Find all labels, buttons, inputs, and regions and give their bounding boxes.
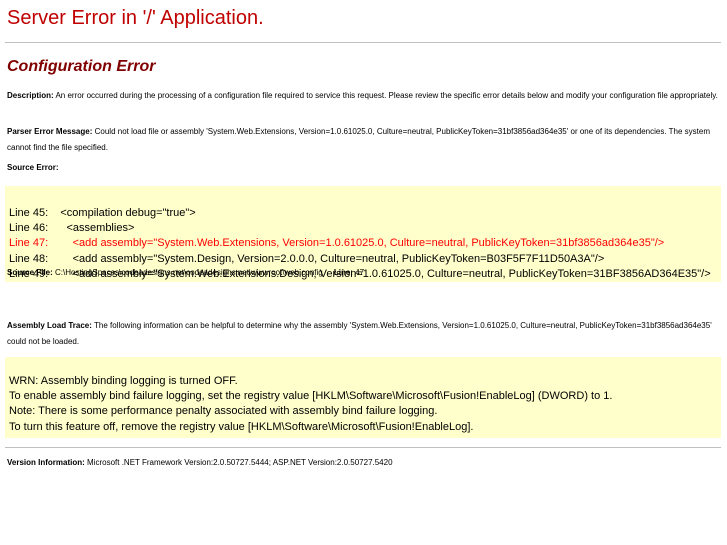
source-file-label: Source File: [7, 268, 53, 277]
description-section: Description: An error occurred during th… [7, 88, 721, 104]
code-line-45: Line 45: <compilation debug="true"> [9, 207, 196, 219]
assembly-trace-text: The following information can be helpful… [7, 321, 712, 346]
footer-divider [5, 447, 721, 448]
code-line-46: Line 46: <assemblies> [9, 222, 135, 235]
code-line-47-highlighted: Line 47: <add assembly="System.Web.Exten… [9, 237, 665, 250]
source-error-label: Source Error: [7, 163, 59, 172]
page-title: Server Error in '/' Application. [7, 7, 264, 29]
source-line-label: Line: [333, 268, 353, 277]
source-file-section: Source File: C:\HostingSpaces\codeadesig… [7, 265, 721, 281]
version-info-label: Version Information: [7, 458, 85, 467]
source-error-section: Source Error: [7, 160, 721, 176]
trace-line: To enable assembly bind failure logging,… [9, 390, 613, 403]
parser-error-text: Could not load file or assembly 'System.… [7, 127, 710, 152]
source-file-path: C:\HostingSpaces\codeadesigns.net\codead… [52, 268, 325, 277]
parser-error-label: Parser Error Message: [7, 127, 93, 136]
trace-line: WRN: Assembly binding logging is turned … [9, 375, 238, 387]
version-info-text: Microsoft .NET Framework Version:2.0.507… [84, 458, 393, 467]
source-line-value: 47 [352, 268, 365, 277]
error-page: Server Error in '/' Application. Configu… [0, 0, 727, 545]
trace-line: Note: There is some performance penalty … [9, 405, 438, 418]
title-divider [5, 42, 721, 43]
assembly-trace-label: Assembly Load Trace: [7, 321, 92, 330]
error-heading: Configuration Error [7, 58, 156, 75]
assembly-trace-section: Assembly Load Trace: The following infor… [7, 318, 721, 350]
parser-error-section: Parser Error Message: Could not load fil… [7, 124, 721, 156]
trace-box: WRN: Assembly binding logging is turned … [5, 357, 721, 438]
version-info-section: Version Information: Microsoft .NET Fram… [7, 455, 721, 471]
trace-line: To turn this feature off, remove the reg… [9, 420, 474, 433]
description-label: Description: [7, 91, 54, 100]
description-text: An error occurred during the processing … [53, 91, 718, 100]
